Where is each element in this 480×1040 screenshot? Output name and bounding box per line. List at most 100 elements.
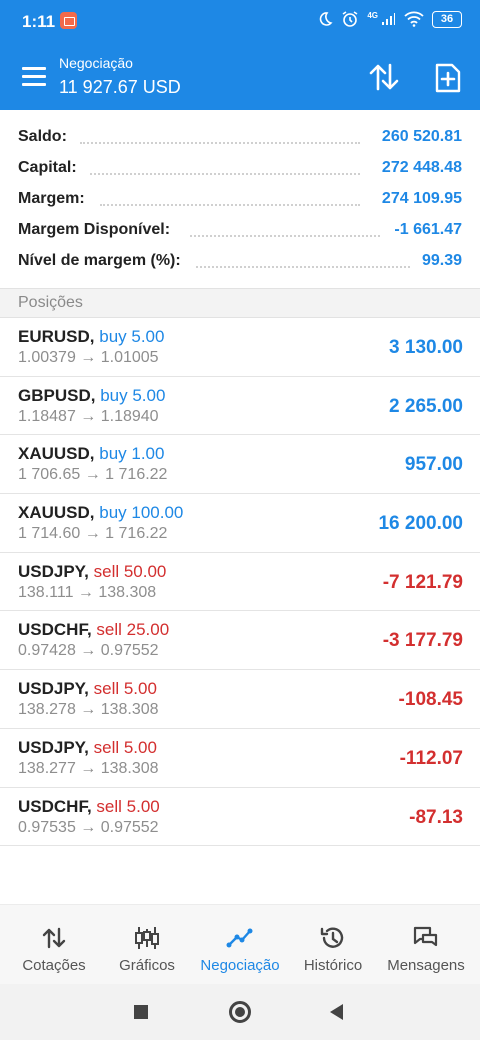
network-type-label: 4G [367,10,378,20]
position-side: sell 25.00 [96,620,170,640]
history-clock-icon [320,927,344,948]
summary-label: Capital: [18,159,77,176]
position-row[interactable]: USDJPY, sell 5.00 138.277 → 138.308 -112… [0,729,480,788]
positions-list: EURUSD, buy 5.00 1.00379 → 1.01005 3 130… [0,318,480,847]
status-time: 1:11 [22,12,56,31]
position-side: sell 5.00 [96,796,160,816]
position-row[interactable]: XAUUSD, buy 100.00 1 714.60 → 1 716.22 1… [0,494,480,553]
notification-app-icon [60,12,77,29]
position-symbol: USDCHF, [18,620,92,640]
position-prices: 1 714.60 → 1 716.22 [18,525,168,543]
new-order-icon[interactable] [434,62,462,94]
signal-icon [382,13,395,25]
position-profit: 2 265.00 [389,395,463,417]
summary-row-saldo: Saldo: 260 520.81 [0,122,480,153]
nav-charts[interactable]: Gráficos [99,905,195,985]
nav-label: Mensagens [387,957,465,974]
position-row[interactable]: USDCHF, sell 25.00 0.97428 → 0.97552 -3 … [0,611,480,671]
position-row[interactable]: USDJPY, sell 5.00 138.278 → 138.308 -108… [0,670,480,729]
positions-header-label: Posições [18,294,83,311]
moon-icon [320,12,333,26]
position-prices: 138.277 → 138.308 [18,759,159,777]
position-side: buy 1.00 [99,444,165,464]
nav-messages[interactable]: Mensagens [378,905,474,985]
app-bar: Negociação 11 927.67 USD [0,44,480,110]
nav-label: Histórico [303,957,363,974]
position-profit: 16 200.00 [378,513,463,535]
nav-trade[interactable]: Negociação [192,905,288,985]
home-icon[interactable] [229,1001,251,1023]
account-summary: Saldo: 260 520.81 Capital: 272 448.48 Ma… [0,110,480,288]
summary-value: -1 661.47 [394,221,462,238]
summary-value: 274 109.95 [381,190,462,207]
position-profit: 957.00 [404,454,463,476]
quotes-arrows-icon [42,927,66,949]
dotted-leader [100,204,360,206]
alarm-icon [342,11,358,27]
summary-row-margem: Margem: 274 109.95 [0,184,480,215]
position-side: sell 5.00 [93,737,157,757]
position-prices: 1.00379 → 1.01005 [18,349,159,366]
position-prices: 138.111 → 138.308 [18,583,157,601]
menu-icon[interactable] [22,67,46,87]
page-title: Negociação [59,55,133,71]
position-symbol: USDJPY, [18,679,89,699]
position-profit: -112.07 [399,747,463,769]
dotted-leader [90,173,360,175]
position-prices: 1.18487 → 1.18940 [18,407,159,425]
status-icons: 4G 36 [317,10,462,28]
recents-icon[interactable] [134,1005,148,1019]
nav-label: Cotações [22,957,86,974]
system-nav-bar [0,984,480,1040]
candlestick-chart-icon [135,927,159,949]
summary-row-capital: Capital: 272 448.48 [0,153,480,184]
account-balance: 11 927.67 USD [59,77,181,97]
position-symbol: USDJPY, [18,737,89,757]
position-symbol: USDJPY, [18,561,89,581]
position-symbol: USDCHF, [18,796,92,816]
position-symbol: XAUUSD, [18,503,95,523]
summary-value: 99.39 [421,252,462,269]
back-icon[interactable] [330,1004,343,1020]
summary-row-margem-disponivel: Margem Disponível: -1 661.47 [0,215,480,246]
position-prices: 0.97535 → 0.97552 [18,818,159,836]
nav-quotes[interactable]: Cotações [6,905,102,985]
wifi-icon [404,11,424,27]
position-symbol: GBPUSD, [18,385,96,405]
position-symbol: EURUSD, [18,327,95,346]
position-row[interactable]: GBPUSD, buy 5.00 1.18487 → 1.18940 2 265… [0,377,480,436]
summary-label: Margem Disponível: [18,221,171,238]
sort-icon[interactable] [368,62,400,92]
position-symbol: XAUUSD, [18,444,95,464]
position-row[interactable]: XAUUSD, buy 1.00 1 706.65 → 1 716.22 957… [0,435,480,495]
dotted-leader [80,142,360,144]
position-profit: -108.45 [398,689,463,711]
position-side: sell 50.00 [93,561,167,581]
position-profit: -87.13 [409,806,463,828]
position-row[interactable]: USDJPY, sell 50.00 138.111 → 138.308 -7 … [0,553,480,612]
summary-row-nivel-margem: Nível de margem (%): 99.39 [0,246,480,277]
position-row[interactable]: EURUSD, buy 5.00 1.00379 → 1.01005 3 130… [0,318,480,377]
status-bar: 1:11 4G 36 [0,0,480,44]
position-side: buy 5.00 [99,327,165,346]
position-prices: 0.97428 → 0.97552 [18,642,159,660]
position-row[interactable]: USDCHF, sell 5.00 0.97535 → 0.97552 -87.… [0,788,480,847]
position-profit: -7 121.79 [382,571,463,593]
nav-label: Gráficos [119,957,175,974]
position-side: buy 5.00 [100,385,166,405]
bottom-nav: Cotações Gráficos Negociação Histórico M… [0,904,480,984]
position-side: sell 5.00 [93,679,157,699]
position-profit: -3 177.79 [382,630,463,652]
summary-label: Nível de margem (%): [18,252,181,269]
summary-label: Saldo: [18,128,67,145]
dotted-leader [196,266,410,268]
summary-value: 272 448.48 [381,159,462,176]
nav-label: Negociação [200,957,280,974]
position-prices: 1 706.65 → 1 716.22 [18,466,168,484]
summary-label: Margem: [18,190,85,207]
battery-icon: 36 [432,10,462,28]
dotted-leader [190,235,380,237]
positions-section-header: Posições [0,288,480,318]
nav-history[interactable]: Histórico [285,905,381,985]
position-prices: 138.278 → 138.308 [18,701,159,719]
